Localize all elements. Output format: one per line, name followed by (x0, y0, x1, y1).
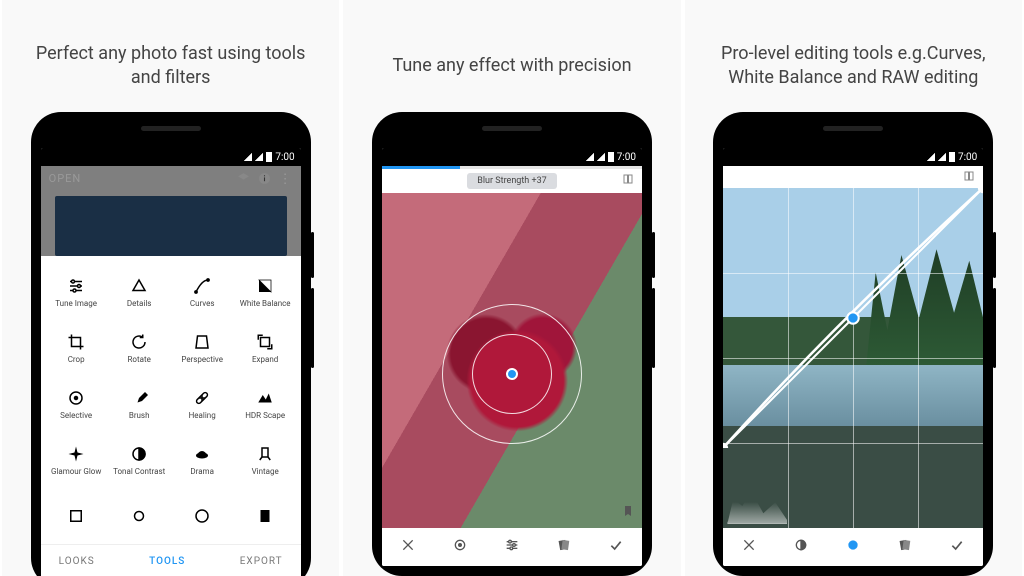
tagline-3: Pro-level editing tools e.g.Curves, Whit… (699, 30, 1008, 102)
signal-icon (586, 153, 594, 161)
open-button[interactable]: OPEN (49, 172, 82, 185)
tool-label: Crop (68, 355, 85, 364)
tool-label: Tune Image (55, 299, 97, 308)
apply-button[interactable] (945, 537, 969, 557)
focus-mode-icon[interactable] (448, 537, 472, 557)
tool-label: Curves (190, 299, 215, 308)
action-bar (382, 528, 642, 566)
tool-label: Perspective (181, 355, 223, 364)
compare-icon[interactable] (963, 170, 975, 185)
tool-hdr-scape[interactable]: HDR Scape (234, 376, 297, 432)
tool-label: Selective (60, 411, 92, 420)
tool-label: Rotate (127, 355, 150, 364)
tool-label: HDR Scape (245, 411, 285, 420)
info-icon[interactable] (258, 172, 271, 189)
action-bar (723, 528, 983, 566)
tool-label: Glamour Glow (51, 467, 101, 476)
promo-panel-3: Pro-level editing tools e.g.Curves, Whit… (685, 0, 1022, 576)
tool-crop[interactable]: Crop (45, 320, 108, 376)
channel-luminance-icon[interactable] (789, 537, 813, 557)
battery-icon (608, 152, 614, 162)
tab-export[interactable]: EXPORT (240, 556, 283, 567)
more-icon[interactable]: ⋮ (279, 172, 293, 189)
tool-more-1[interactable] (45, 488, 108, 544)
tool-label: White Balance (240, 299, 291, 308)
tool-tonal-contrast[interactable]: Tonal Contrast (108, 432, 171, 488)
tab-looks[interactable]: LOOKS (59, 556, 95, 567)
tools-grid: Tune Image Details Curves White Balance … (41, 256, 301, 544)
clock: 7:00 (275, 152, 294, 163)
battery-icon (949, 152, 955, 162)
tool-label: Drama (190, 467, 214, 476)
phone-mockup-3: 7:00 (713, 112, 993, 576)
curve-line[interactable] (723, 188, 983, 448)
apply-button[interactable] (604, 537, 628, 557)
wifi-icon (938, 153, 946, 161)
dimmed-background: OPEN ⋮ (41, 166, 301, 256)
tool-details[interactable]: Details (108, 264, 171, 320)
adjust-icon[interactable] (500, 537, 524, 557)
styles-icon[interactable] (893, 537, 917, 557)
status-bar: 7:00 (723, 148, 983, 166)
tool-more-3[interactable] (171, 488, 234, 544)
tool-healing[interactable]: Healing (171, 376, 234, 432)
tab-tools[interactable]: TOOLS (149, 556, 185, 567)
status-bar: 7:00 (41, 148, 301, 166)
tool-curves[interactable]: Curves (171, 264, 234, 320)
phone-mockup-1: 7:00 OPEN ⋮ (31, 112, 311, 576)
tagline-1: Perfect any photo fast using tools and f… (16, 30, 325, 102)
screen-1: 7:00 OPEN ⋮ (41, 148, 301, 576)
compare-icon[interactable] (622, 173, 634, 188)
tool-vintage[interactable]: Vintage (234, 432, 297, 488)
bookmark-icon[interactable] (622, 505, 634, 520)
cancel-button[interactable] (396, 537, 420, 557)
channel-rgb-icon[interactable] (841, 537, 865, 557)
wifi-icon (255, 153, 263, 161)
promo-panel-2: Tune any effect with precision 7:00 Blur… (343, 0, 680, 576)
tabbar: LOOKS TOOLS EXPORT (41, 544, 301, 576)
tool-perspective[interactable]: Perspective (171, 320, 234, 376)
tool-label: Tonal Contrast (113, 467, 165, 476)
clock: 7:00 (617, 152, 636, 163)
styles-icon[interactable] (552, 537, 576, 557)
battery-icon (266, 152, 272, 162)
tool-more-4[interactable] (234, 488, 297, 544)
stack-icon[interactable] (237, 172, 250, 189)
tool-brush[interactable]: Brush (108, 376, 171, 432)
tool-tune-image[interactable]: Tune Image (45, 264, 108, 320)
status-bar: 7:00 (382, 148, 642, 166)
wifi-icon (597, 153, 605, 161)
tagline-2: Tune any effect with precision (382, 30, 641, 102)
tool-label: Details (127, 299, 151, 308)
tool-expand[interactable]: Expand (234, 320, 297, 376)
clock: 7:00 (958, 152, 977, 163)
tool-label: Expand (252, 355, 278, 364)
tool-white-balance[interactable]: White Balance (234, 264, 297, 320)
param-chip: Blur Strength +37 (467, 173, 556, 189)
signal-icon (927, 153, 935, 161)
tool-drama[interactable]: Drama (171, 432, 234, 488)
param-chip-bar: Blur Strength +37 (382, 169, 642, 193)
photo-canvas[interactable] (723, 188, 983, 528)
tool-label: Healing (189, 411, 216, 420)
signal-icon (244, 153, 252, 161)
screen-2: 7:00 Blur Strength +37 (382, 148, 642, 566)
photo-canvas[interactable] (382, 193, 642, 528)
tool-selective[interactable]: Selective (45, 376, 108, 432)
cancel-button[interactable] (737, 537, 761, 557)
tool-glamour-glow[interactable]: Glamour Glow (45, 432, 108, 488)
tool-label: Brush (129, 411, 150, 420)
promo-panel-1: Perfect any photo fast using tools and f… (2, 0, 339, 576)
tool-more-2[interactable] (108, 488, 171, 544)
tool-label: Vintage (252, 467, 279, 476)
focus-point[interactable] (506, 368, 518, 380)
screen-3: 7:00 (723, 148, 983, 566)
phone-mockup-2: 7:00 Blur Strength +37 (372, 112, 652, 576)
tool-rotate[interactable]: Rotate (108, 320, 171, 376)
